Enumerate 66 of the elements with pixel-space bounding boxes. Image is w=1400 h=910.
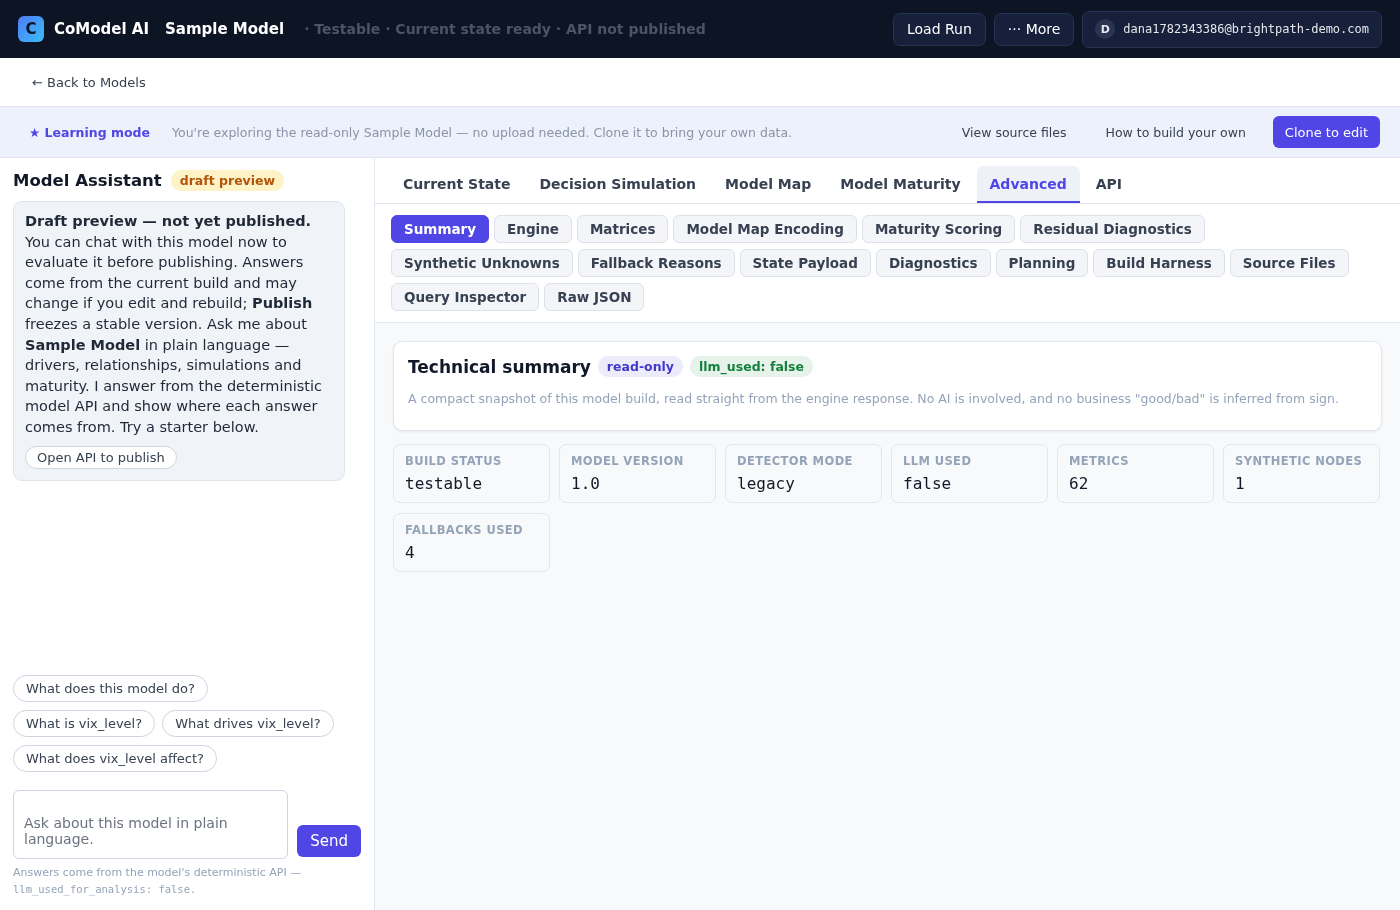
banner-link[interactable]: View source files — [961, 124, 1067, 140]
status-badge: read-only — [597, 356, 683, 377]
open-api-button[interactable]: Open API to publish — [25, 445, 177, 469]
stat-label: FALLBACKS USED — [405, 523, 525, 537]
subtab[interactable]: Fallback Reasons — [577, 249, 735, 277]
intro-text: Draft preview — not yet published. You can chat with this model now to evaluate it before publishing. Answers come from the current build and may change if you edit and rebuild; Publish freezes a stable version. Ask me about Sample Model in plain language — drivers, relationships, simulations and maturity. I answer from the deterministic model API and show where each answer comes from. Try a starter below. — [25, 212, 323, 437]
back-link[interactable]: ← Back to Models — [32, 74, 146, 90]
model-status: · Testable · Current state ready · API not published — [304, 21, 706, 37]
subtab[interactable]: Model Map Encoding — [673, 215, 857, 243]
account-menu[interactable]: D dana1782343386@brightpath-demo.com — [1082, 10, 1382, 48]
stat-label: METRICS — [1069, 454, 1130, 468]
stat-label: DETECTOR MODE — [737, 454, 854, 468]
starter-chip[interactable]: What does vix_level affect? — [13, 745, 217, 772]
subtab[interactable]: Build Harness — [1093, 249, 1225, 277]
stat-value: 4 — [405, 543, 416, 562]
subtab[interactable]: Synthetic Unknowns — [391, 249, 573, 277]
stat-label: MODEL VERSION — [571, 454, 685, 468]
footnote-text: Answers come from the model's deterministic API — — [13, 866, 302, 879]
footnote-code: llm_used_for_analysis: false. — [13, 883, 197, 895]
app-logo: C — [18, 16, 44, 42]
banner-link[interactable]: How to build your own — [1105, 124, 1246, 140]
tab[interactable]: Decision Simulation — [526, 166, 710, 203]
tab[interactable]: Model Maturity — [827, 166, 974, 203]
subtab[interactable]: Matrices — [576, 215, 669, 243]
avatar: D — [1095, 19, 1116, 39]
header-button[interactable]: Load Run — [892, 12, 986, 46]
stat-value: testable — [405, 474, 484, 493]
account-email: dana1782343386@brightpath-demo.com — [1123, 22, 1369, 36]
stat-label: SYNTHETIC NODES — [1235, 454, 1364, 468]
subtab[interactable]: Engine — [494, 215, 572, 243]
stat-value: 1.0 — [571, 474, 601, 493]
subtab[interactable]: Summary — [391, 215, 490, 243]
stat-value: 62 — [1069, 474, 1090, 493]
subtab[interactable]: Diagnostics — [875, 249, 991, 277]
learning-mode-label: ★ Learning mode — [29, 124, 151, 140]
panel-title: Model Assistant — [13, 171, 162, 190]
brand-name: CoModel AI — [54, 20, 149, 38]
model-name: Sample Model — [165, 20, 285, 38]
subtab[interactable]: Query Inspector — [391, 283, 540, 311]
stat-label: BUILD STATUS — [405, 454, 503, 468]
stat-value: 1 — [1235, 474, 1246, 493]
tab[interactable]: API — [1082, 166, 1136, 203]
tab[interactable]: Model Map — [712, 166, 825, 203]
card-description: A compact snapshot of this model build, read straight from the engine response. No AI is involved, and no business "good/bad" is inferred from sign. — [408, 391, 1340, 406]
draft-badge: draft preview — [170, 170, 285, 191]
subtab[interactable]: State Payload — [739, 249, 871, 277]
status-badge: llm_used: false — [690, 356, 814, 377]
card-title: Technical summary — [408, 356, 591, 377]
starter-chip[interactable]: What drives vix_level? — [162, 710, 334, 737]
question-input[interactable]: Ask about this model in plain language. — [13, 790, 289, 859]
subtab[interactable]: Source Files — [1229, 249, 1349, 277]
subtab[interactable]: Maturity Scoring — [861, 215, 1016, 243]
clone-button[interactable]: Clone to edit — [1272, 116, 1380, 148]
subtab[interactable]: Raw JSON — [544, 283, 645, 311]
header-button[interactable]: ··· More — [993, 12, 1075, 46]
stat-label: LLM USED — [903, 454, 973, 468]
starter-chip[interactable]: What is vix_level? — [13, 710, 156, 737]
stat-value: legacy — [737, 474, 796, 493]
stat-value: false — [903, 474, 953, 493]
starter-chip[interactable]: What does this model do? — [13, 675, 208, 702]
subtab[interactable]: Residual Diagnostics — [1020, 215, 1205, 243]
send-button[interactable]: Send — [297, 825, 361, 857]
tab[interactable]: Advanced — [976, 166, 1080, 203]
tab[interactable]: Current State — [390, 166, 524, 203]
subtab[interactable]: Planning — [995, 249, 1089, 277]
banner-message: You're exploring the read-only Sample Model — no upload needed. Clone it to bring your own data. — [172, 124, 794, 140]
